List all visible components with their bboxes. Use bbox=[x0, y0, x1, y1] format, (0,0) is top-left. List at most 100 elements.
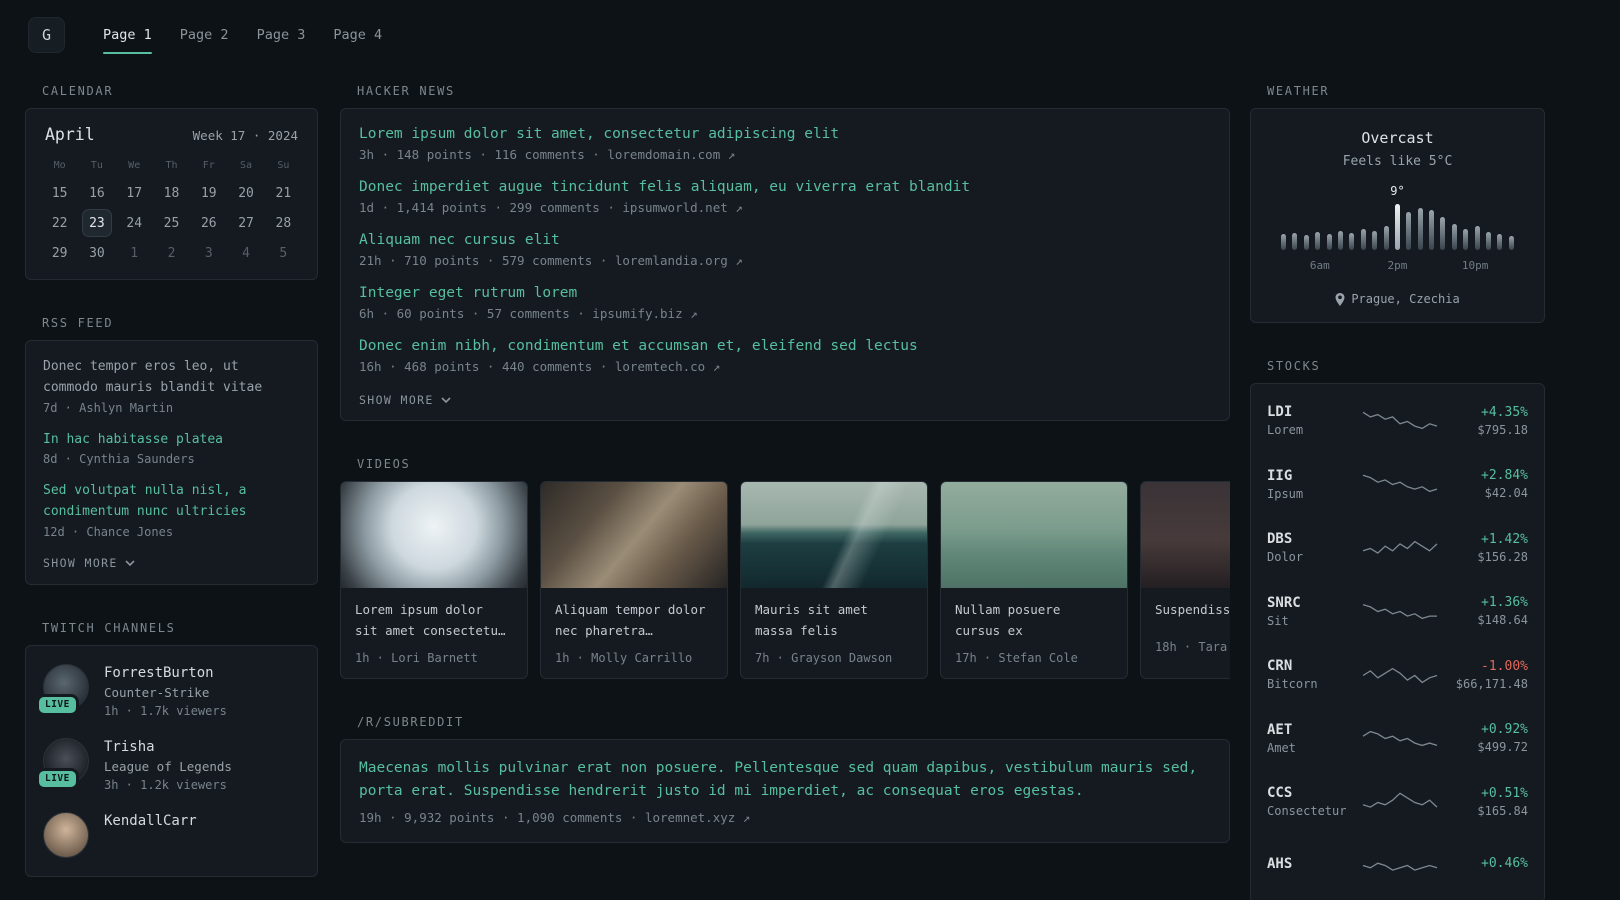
hn-item: Lorem ipsum dolor sit amet, consectetur … bbox=[359, 126, 1211, 162]
weather-bar bbox=[1292, 233, 1298, 250]
hn-show-more-button[interactable]: SHOW MORE bbox=[359, 391, 451, 407]
tab-page-4[interactable]: Page 4 bbox=[321, 19, 394, 51]
current-temp-label: 9° bbox=[1390, 184, 1405, 198]
channel-game: Counter-Strike bbox=[104, 684, 210, 700]
weather-bar bbox=[1372, 231, 1378, 250]
stock-row[interactable]: LDI Lorem +4.35% $795.18 bbox=[1267, 389, 1528, 453]
calendar-day: 21 bbox=[275, 186, 292, 201]
live-badge: LIVE bbox=[36, 693, 79, 716]
tab-page-3[interactable]: Page 3 bbox=[245, 19, 318, 51]
calendar-day-selected: 23 bbox=[81, 209, 112, 237]
weather-time-labels: 6am 2pm 10pm bbox=[1281, 259, 1514, 272]
live-badge: LIVE bbox=[36, 767, 79, 790]
calendar-day: 27 bbox=[238, 216, 254, 231]
hn-item-link[interactable]: Aliquam nec cursus elit bbox=[359, 232, 1211, 248]
rss-item-meta: 8d · Cynthia Saunders bbox=[43, 452, 195, 467]
channel-game: League of Legends bbox=[104, 758, 232, 774]
chevron-down-icon bbox=[125, 560, 135, 566]
time-label: 6am bbox=[1309, 259, 1330, 272]
stock-name: Sit bbox=[1267, 613, 1289, 628]
weather-bar bbox=[1349, 233, 1355, 250]
weather-location-label: Prague, Czechia bbox=[1351, 292, 1460, 306]
rss-item-link[interactable]: In hac habitasse platea bbox=[43, 430, 300, 451]
stock-price: $165.84 bbox=[1477, 803, 1528, 818]
topbar: G Page 1 Page 2 Page 3 Page 4 bbox=[0, 0, 1620, 70]
calendar-day-header: Su bbox=[277, 160, 290, 171]
rss-show-more-button[interactable]: SHOW MORE bbox=[43, 554, 135, 570]
weather-bar bbox=[1303, 235, 1309, 250]
stock-row[interactable]: SNRC Sit +1.36% $148.64 bbox=[1267, 580, 1528, 644]
rss-item-link[interactable]: Sed volutpat nulla nisl, a condimentum n… bbox=[43, 481, 300, 523]
videos-row: Lorem ipsum dolor sit amet consectetu… 1… bbox=[340, 481, 1230, 680]
chevron-down-icon bbox=[441, 397, 451, 403]
hn-item-link[interactable]: Donec imperdiet augue tincidunt felis al… bbox=[359, 179, 1211, 195]
calendar-widget: CALENDAR April Week 17 · 2024 Mo Tu We Th Fr… bbox=[25, 84, 318, 280]
stock-symbol: DBS bbox=[1267, 531, 1293, 548]
calendar-day-header: Sa bbox=[240, 160, 253, 171]
calendar-card: April Week 17 · 2024 Mo Tu We Th Fr Sa Su 15 16 1… bbox=[25, 108, 318, 280]
weather-bar bbox=[1417, 208, 1423, 250]
video-meta: 17h · Stefan Cole bbox=[955, 651, 1078, 666]
stock-row[interactable]: AHS +0.46% bbox=[1267, 834, 1528, 898]
video-meta: 7h · Grayson Dawson bbox=[755, 651, 893, 666]
video-thumbnail bbox=[541, 482, 727, 588]
video-title: Mauris sit amet massa felis bbox=[755, 602, 868, 638]
rss-item: In hac habitasse platea 8d · Cynthia Sau… bbox=[43, 430, 300, 467]
stock-sparkline bbox=[1362, 540, 1438, 554]
calendar-day: 1 bbox=[130, 246, 139, 261]
channel-name: KendallCarr bbox=[104, 812, 197, 829]
video-card[interactable]: Aliquam tempor dolor nec pharetra… 1h · … bbox=[540, 481, 728, 680]
video-title: Nullam posuere cursus ex bbox=[955, 602, 1061, 638]
stock-row[interactable]: CRN Bitcorn -1.00% $66,171.48 bbox=[1267, 643, 1528, 707]
stock-change: +0.51% bbox=[1481, 785, 1528, 801]
app-logo[interactable]: G bbox=[28, 17, 65, 53]
hn-item-link[interactable]: Integer eget rutrum lorem bbox=[359, 285, 1211, 301]
calendar-day: 16 bbox=[89, 186, 105, 201]
stock-row[interactable]: CCS Consectetur +0.51% $165.84 bbox=[1267, 770, 1528, 834]
hn-item-link[interactable]: Donec enim nibh, condimentum et accumsan… bbox=[359, 338, 1211, 354]
section-title-stocks: STOCKS bbox=[1267, 359, 1321, 373]
video-card[interactable]: Suspendisse diam 18h · Tara bbox=[1140, 481, 1230, 680]
stock-price: $499.72 bbox=[1477, 740, 1528, 755]
stock-change: +4.35% bbox=[1481, 404, 1528, 420]
stocks-list: LDI Lorem +4.35% $795.18 IIG Ipsum +2.84… bbox=[1250, 383, 1545, 900]
hn-item-meta: 21h · 710 points · 579 comments · loreml… bbox=[359, 253, 743, 268]
video-card[interactable]: Nullam posuere cursus ex 17h · Stefan Co… bbox=[940, 481, 1128, 680]
channel-meta: 3h · 1.2k viewers bbox=[104, 777, 227, 792]
calendar-month: April bbox=[45, 125, 95, 144]
calendar-day: 4 bbox=[242, 246, 250, 261]
stock-row[interactable]: DBS Dolor +1.42% $156.28 bbox=[1267, 516, 1528, 580]
stock-row[interactable]: AET Amet +0.92% $499.72 bbox=[1267, 707, 1528, 771]
stock-price: $795.18 bbox=[1477, 422, 1528, 437]
stock-sparkline bbox=[1362, 667, 1438, 683]
stock-symbol: SNRC bbox=[1267, 594, 1301, 611]
calendar-day: 29 bbox=[51, 246, 68, 261]
tab-page-1[interactable]: Page 1 bbox=[91, 19, 164, 54]
twitch-channel[interactable]: KendallCarr bbox=[43, 811, 300, 858]
stock-name: Lorem bbox=[1267, 423, 1304, 438]
subreddit-post-link[interactable]: Maecenas mollis pulvinar erat non posuer… bbox=[359, 757, 1211, 803]
stock-change: -1.00% bbox=[1481, 658, 1528, 674]
stock-name: Amet bbox=[1267, 740, 1296, 755]
video-card[interactable]: Lorem ipsum dolor sit amet consectetu… 1… bbox=[340, 481, 528, 680]
video-thumbnail bbox=[1141, 482, 1230, 588]
video-card[interactable]: Mauris sit amet massa felis 7h · Grayson… bbox=[740, 481, 928, 680]
rss-item-link[interactable]: Donec tempor eros leo, ut commodo mauris… bbox=[43, 357, 300, 399]
weather-chart: 9° bbox=[1281, 184, 1514, 250]
tab-page-2[interactable]: Page 2 bbox=[168, 19, 241, 51]
weather-location: Prague, Czechia bbox=[1267, 292, 1528, 306]
weather-bar bbox=[1406, 212, 1412, 250]
calendar-day: 24 bbox=[126, 216, 143, 231]
calendar-day: 19 bbox=[200, 186, 217, 201]
weather-bar bbox=[1281, 234, 1286, 250]
time-label: 2pm bbox=[1387, 259, 1408, 272]
calendar-day: 30 bbox=[89, 246, 105, 261]
stock-row[interactable]: IIG Ipsum +2.84% $42.04 bbox=[1267, 453, 1528, 517]
channel-name: ForrestBurton bbox=[104, 664, 214, 681]
hackernews-card: Lorem ipsum dolor sit amet, consectetur … bbox=[340, 108, 1230, 421]
hn-item: Aliquam nec cursus elit 21h · 710 points… bbox=[359, 232, 1211, 268]
twitch-channel[interactable]: LIVE ForrestBurton Counter-Strike 1h · 1… bbox=[36, 663, 300, 718]
hn-item-link[interactable]: Lorem ipsum dolor sit amet, consectetur … bbox=[359, 126, 1211, 142]
twitch-channel[interactable]: LIVE Trisha League of Legends 3h · 1.2k … bbox=[36, 737, 300, 792]
rss-card: Donec tempor eros leo, ut commodo mauris… bbox=[25, 340, 318, 585]
